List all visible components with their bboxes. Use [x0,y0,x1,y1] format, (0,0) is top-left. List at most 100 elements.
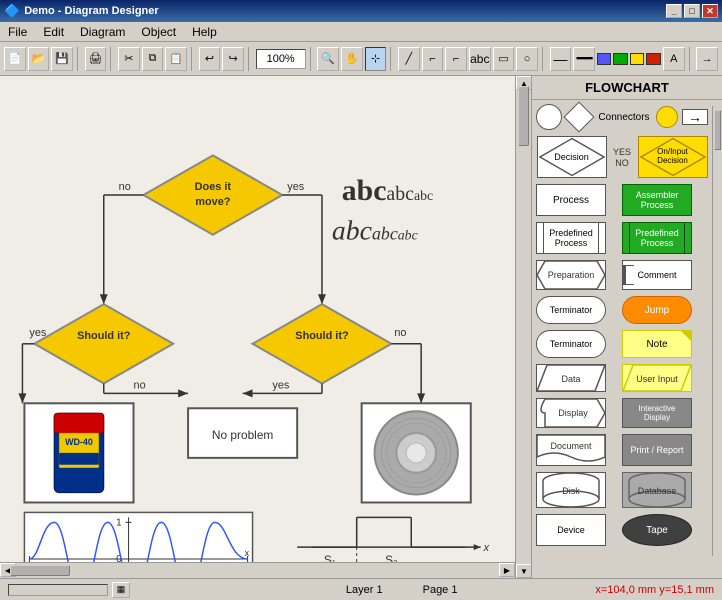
panel-database-shape[interactable]: Database [622,472,692,508]
panel-scroll-thumb[interactable] [714,110,721,150]
no-problem-label: No problem [212,428,274,442]
maximize-button[interactable]: □ [684,4,700,18]
panel-display-shape[interactable]: Display [536,398,606,428]
panel-decision-shape[interactable]: Decision [537,136,607,178]
new-button[interactable]: 📄 [4,47,26,71]
yes-label: YES [613,147,631,157]
redo-button[interactable]: ↪ [222,47,244,71]
panel-top-row: Connectors → [536,104,708,130]
paste-button[interactable]: 📋 [165,47,187,71]
does-it-move-label2: move? [195,196,230,208]
panel-process-shape[interactable]: Process [536,184,606,216]
panel-predefined-right[interactable]: PredefinedProcess [622,222,692,254]
save-button[interactable]: 💾 [51,47,73,71]
menu-help[interactable]: Help [184,23,225,41]
status-bar: ▦ Layer 1 Page 1 x=104,0 mm y=15,1 mm [0,578,722,600]
canvas-scrollbar-h[interactable]: ◀ ▶ [0,562,515,578]
panel-disk-shape[interactable]: Disk [536,472,606,508]
status-button[interactable]: ▦ [112,582,130,598]
line-style-2[interactable]: ━━ [573,47,595,71]
print-button[interactable]: 🖨 [85,47,107,71]
right-panel: FLOWCHART Connectors → [532,76,722,578]
arrow-tool[interactable]: ╱ [398,47,420,71]
font-tool[interactable]: A [663,47,685,71]
color-picker-2[interactable] [613,53,628,65]
tape-hole [406,443,426,463]
panel-device-shape[interactable]: Device [536,514,606,546]
panel-comment-shape[interactable]: Comment [622,260,692,290]
line-style-1[interactable]: — [550,47,572,71]
panel-document-shape[interactable]: Document [536,434,606,466]
rect-tool[interactable]: ▭ [493,47,515,71]
panel-disk-row: Disk Database [536,472,708,508]
open-button[interactable]: 📂 [28,47,50,71]
zoom-in-button[interactable]: 🔍 [317,47,339,71]
label-no-right: no [394,327,406,339]
menu-edit[interactable]: Edit [35,23,72,41]
label-no-center: no [134,379,146,391]
scroll-thumb-v[interactable] [518,86,529,146]
canvas-scrollbar-v[interactable]: ▲ ▼ [515,76,531,578]
menu-object[interactable]: Object [133,23,184,41]
label-yes-right: yes [287,181,305,193]
color-picker-3[interactable] [630,53,645,65]
panel-terminator2-shape[interactable]: Terminator [536,330,606,358]
panel-on-input-shape[interactable]: On/InputDecision [638,136,708,178]
wd40-can-top [54,413,104,433]
panel-note-shape[interactable]: Note [622,330,692,358]
diagram-svg: abcabcabc abcabcabc Does it move? no [0,76,515,562]
minimize-button[interactable]: _ [666,4,682,18]
label-yes-bottom: yes [29,327,47,339]
color-picker-1[interactable] [597,53,612,65]
ellipse-tool[interactable]: ○ [516,47,538,71]
panel-data-row: Data User Input [536,364,708,392]
panel-arrow-right[interactable]: → [682,109,708,125]
panel-interactive-shape[interactable]: InteractiveDisplay [622,398,692,428]
close-button[interactable]: ✕ [702,4,718,18]
select-button[interactable]: ⊹ [365,47,387,71]
panel-predefined-left[interactable]: PredefinedProcess [536,222,606,254]
panel-print-shape[interactable]: Print / Report [622,434,692,466]
panel-tape-shape[interactable]: Tape [622,514,692,546]
menu-file[interactable]: File [0,23,35,41]
text-tool[interactable]: abc [469,47,491,71]
cut-button[interactable]: ✂ [118,47,140,71]
zoom-input[interactable] [256,49,306,69]
wd40-label2 [59,453,99,465]
canvas-area[interactable]: abcabcabc abcabcabc Does it move? no [0,76,532,578]
panel-scrollbar[interactable] [712,106,722,556]
panel-terminator-row: Terminator Jump [536,296,708,324]
panel-yellow-circle[interactable] [656,106,678,128]
color-picker-4[interactable] [646,53,661,65]
status-layer: Layer 1 [346,584,383,596]
svg-text:User Input: User Input [636,374,678,384]
line-tool[interactable]: ⌐ [422,47,444,71]
scroll-thumb-h[interactable] [10,565,70,576]
undo-button[interactable]: ↩ [199,47,221,71]
panel-diamond-shape[interactable] [563,101,594,132]
panel-circle-shape[interactable] [536,104,562,130]
scroll-right-arrow[interactable]: ▶ [499,563,515,577]
copy-button[interactable]: ⧉ [142,47,164,71]
panel-terminator-shape[interactable]: Terminator [536,296,606,324]
pan-button[interactable]: ✋ [341,47,363,71]
panel-assembler-shape[interactable]: AssemblerProcess [622,184,692,216]
svg-text:Data: Data [561,374,580,384]
panel-preparation-shape[interactable]: Preparation [536,260,606,290]
panel-jump-shape[interactable]: Jump [622,296,692,324]
app-title: Demo - Diagram Designer [24,5,158,17]
panel-decision-row: Decision YES NO On/InputDecision [536,136,708,178]
should-it-left-label: Should it? [77,330,131,342]
menu-diagram[interactable]: Diagram [72,23,133,41]
corner-tool[interactable]: ⌐ [445,47,467,71]
scroll-down-arrow[interactable]: ▼ [516,564,532,578]
window-controls[interactable]: _ □ ✕ [666,4,718,18]
status-page: Page 1 [423,584,458,596]
s2-label: S₂ [385,553,398,562]
wd40-text: WD-40 [65,437,93,447]
panel-userinput-shape[interactable]: User Input [622,364,692,392]
label-no-left: no [119,181,131,193]
arrow-end[interactable]: → [696,47,718,71]
panel-data-shape[interactable]: Data [536,364,606,392]
status-coords: x=104,0 mm y=15,1 mm [595,584,714,596]
